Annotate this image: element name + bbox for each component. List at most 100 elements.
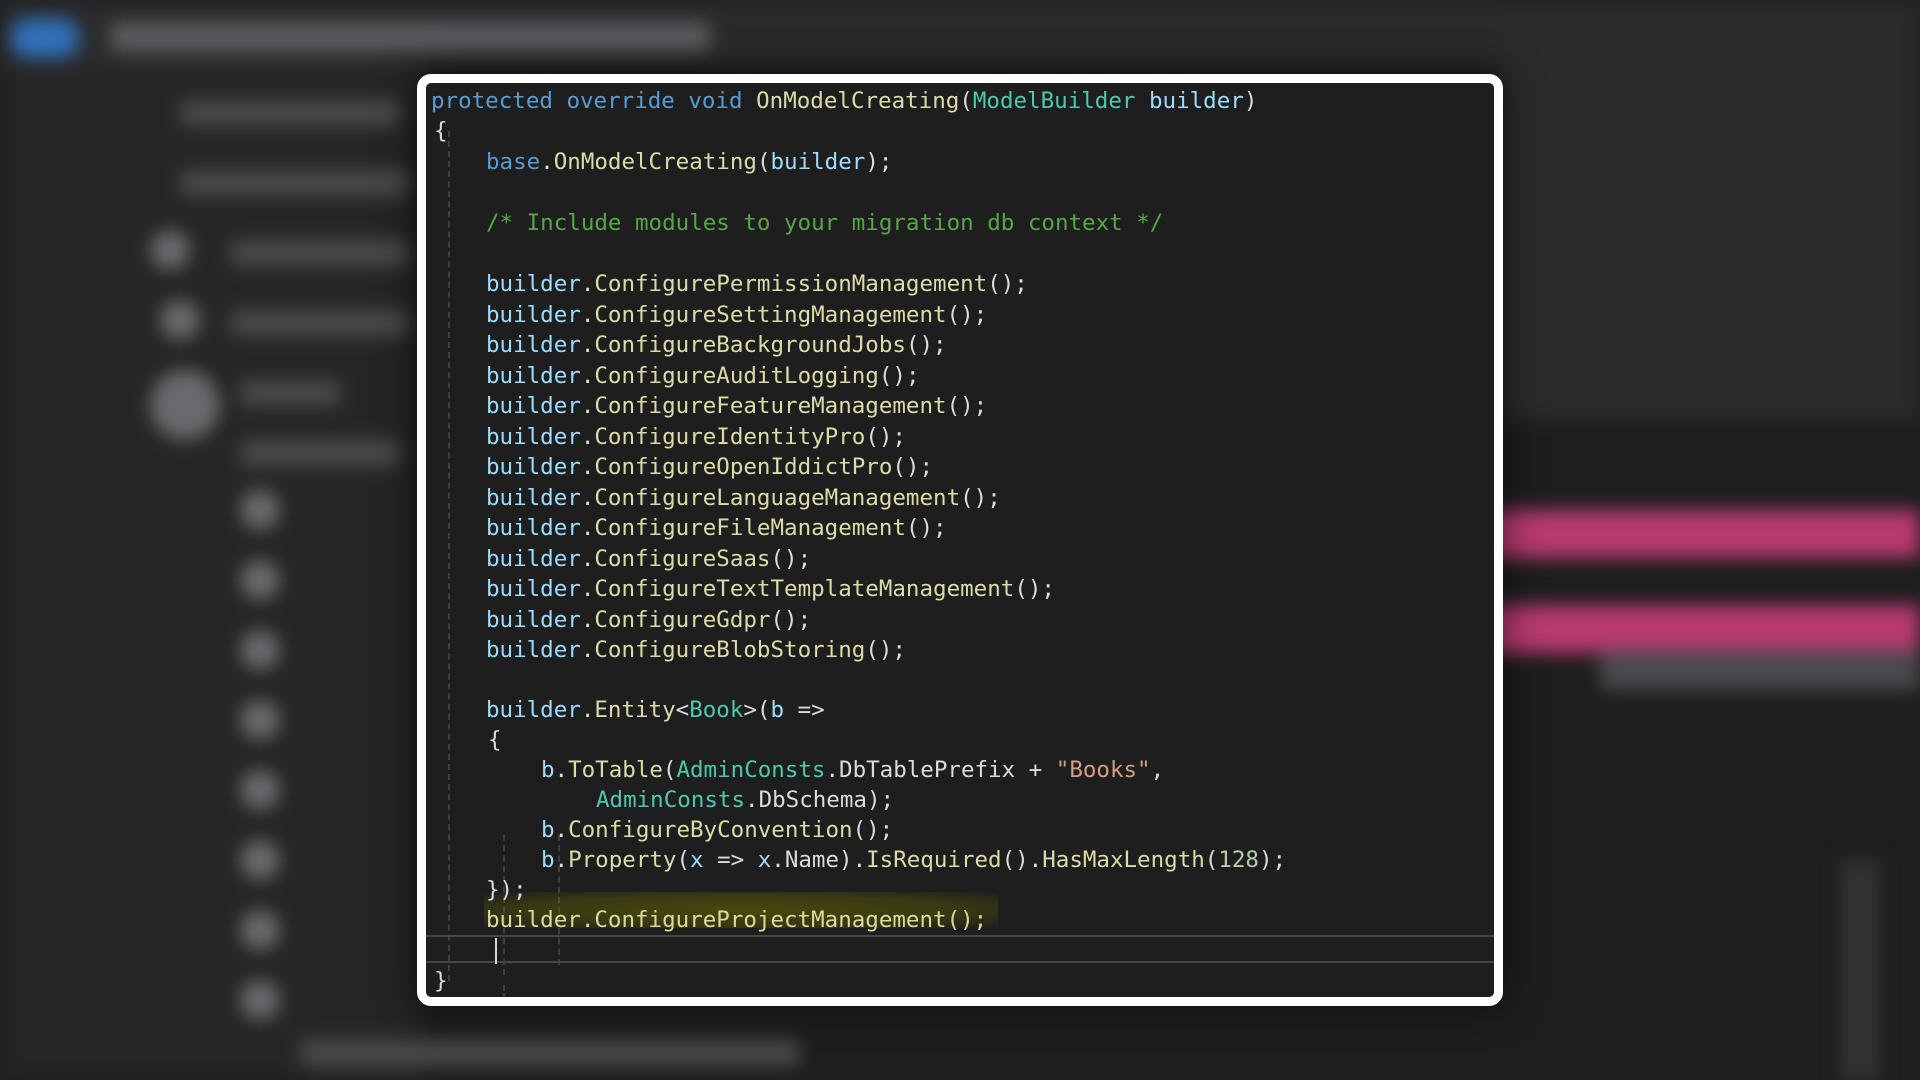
member-name: DbTablePrefix bbox=[839, 757, 1016, 783]
string-literal: "Books" bbox=[1055, 757, 1151, 783]
property-line: b.Property(x => x.Name).IsRequired().Has… bbox=[541, 847, 1287, 873]
method-name: ToTable bbox=[568, 757, 663, 783]
method-name: ConfigureGdpr bbox=[594, 606, 771, 633]
configure-module-line: builder.ConfigurePermissionManagement(); bbox=[486, 271, 1028, 297]
lambda-var: b bbox=[541, 847, 555, 873]
explorer-icon bbox=[240, 980, 280, 1020]
configure-module-line: builder.ConfigureTextTemplateManagement(… bbox=[486, 576, 1055, 602]
pink-highlight-bar bbox=[1480, 510, 1920, 558]
type-name: ModelBuilder bbox=[972, 88, 1136, 114]
method-name: ConfigureFileManagement bbox=[594, 515, 906, 541]
right-panel bbox=[1500, 0, 1920, 420]
explorer-row bbox=[240, 380, 340, 406]
method-name: HasMaxLength bbox=[1042, 847, 1205, 873]
configure-module-line: builder.ConfigureLanguageManagement(); bbox=[486, 484, 1001, 511]
base-call-line: base.OnModelCreating(builder); bbox=[486, 149, 893, 175]
entity-line: builder.Entity<Book>(b => bbox=[486, 697, 825, 723]
configure-module-line: builder.ConfigureSaas(); bbox=[486, 545, 812, 572]
text-cursor[interactable] bbox=[495, 938, 497, 964]
explorer-row bbox=[240, 440, 400, 466]
configure-module-line: builder.ConfigureIdentityPro(); bbox=[486, 423, 906, 450]
scrollbar bbox=[1840, 860, 1880, 1080]
receiver: builder bbox=[486, 606, 581, 633]
configure-module-line: builder.ConfigureAuditLogging(); bbox=[486, 362, 920, 389]
schema-line: AdminConsts.DbSchema); bbox=[596, 787, 895, 813]
method-name: IsRequired bbox=[866, 847, 1002, 873]
receiver: builder bbox=[486, 697, 581, 723]
receiver: builder bbox=[486, 515, 581, 541]
method-name: ConfigureTextTemplateManagement bbox=[594, 576, 1015, 602]
method-name: Entity bbox=[594, 697, 676, 723]
receiver: builder bbox=[486, 484, 581, 511]
method-name: ConfigureSaas bbox=[594, 545, 771, 572]
receiver: builder bbox=[486, 332, 581, 358]
member-name: DbSchema bbox=[758, 787, 867, 813]
explorer-row bbox=[300, 1040, 800, 1066]
member-name: Name bbox=[784, 847, 840, 873]
type-name: AdminConsts bbox=[676, 757, 826, 783]
receiver: builder bbox=[486, 393, 581, 419]
method-name: ConfigureIdentityPro bbox=[594, 423, 866, 450]
entity-open-brace: { bbox=[488, 727, 502, 753]
configure-module-line: builder.ConfigureBlobStoring(); bbox=[486, 637, 906, 663]
keyword: base bbox=[486, 149, 541, 175]
method-name: ConfigureLanguageManagement bbox=[594, 484, 961, 511]
configure-module-line: builder.ConfigureFileManagement(); bbox=[486, 515, 947, 541]
explorer-icon bbox=[150, 370, 220, 440]
receiver: builder bbox=[486, 362, 581, 389]
method-name: ConfigureBackgroundJobs bbox=[594, 332, 906, 358]
method-name: ConfigureByConvention bbox=[568, 817, 853, 843]
indent-guide bbox=[448, 131, 450, 981]
blurred-label bbox=[1600, 650, 1920, 690]
method-name: OnModelCreating bbox=[756, 88, 960, 114]
keyword: override bbox=[566, 88, 675, 114]
explorer-icon bbox=[240, 700, 280, 740]
explorer-icon bbox=[150, 230, 190, 270]
lambda-var: x bbox=[757, 847, 772, 873]
lambda-var: x bbox=[690, 847, 704, 873]
method-name: ConfigureSettingManagement bbox=[594, 301, 947, 328]
explorer-icon bbox=[160, 300, 200, 340]
comment-line: /* Include modules to your migration db … bbox=[486, 210, 1164, 236]
receiver: builder bbox=[486, 545, 581, 572]
receiver: builder bbox=[486, 576, 581, 602]
lambda-var: b bbox=[541, 817, 555, 843]
argument: builder bbox=[770, 149, 866, 175]
explorer-icon bbox=[240, 560, 280, 600]
solution-explorer-panel bbox=[0, 70, 800, 1080]
configure-by-convention-line: b.ConfigureByConvention(); bbox=[541, 817, 894, 843]
receiver: builder bbox=[486, 637, 581, 663]
ide-window-title bbox=[110, 22, 710, 52]
code-snippet-card: protected override void OnModelCreating(… bbox=[417, 74, 1503, 1006]
method-name: ConfigurePermissionManagement bbox=[594, 271, 988, 297]
close-brace-line: } bbox=[434, 968, 448, 994]
receiver: builder bbox=[486, 454, 581, 480]
explorer-row bbox=[230, 240, 410, 266]
to-table-line: b.ToTable(AdminConsts.DbTablePrefix + "B… bbox=[541, 757, 1165, 783]
explorer-row bbox=[180, 100, 400, 126]
configure-module-line: builder.ConfigureSettingManagement(); bbox=[486, 301, 988, 328]
receiver: builder bbox=[486, 301, 581, 328]
method-name: ConfigureOpenIddictPro bbox=[594, 454, 893, 480]
highlighted-call-line: builder.ConfigureProjectManagement(); bbox=[486, 907, 988, 933]
configure-module-line: builder.ConfigureOpenIddictPro(); bbox=[486, 454, 934, 480]
receiver: builder bbox=[486, 271, 581, 297]
configure-module-line: builder.ConfigureGdpr(); bbox=[486, 606, 812, 633]
method-signature-line: protected override void OnModelCreating(… bbox=[431, 88, 1258, 114]
entity-close-line: }); bbox=[486, 877, 527, 903]
receiver: builder bbox=[486, 423, 581, 450]
parameter-name: builder bbox=[1148, 88, 1244, 114]
keyword: protected bbox=[431, 88, 553, 114]
type-name: AdminConsts bbox=[596, 787, 746, 813]
explorer-icon bbox=[240, 490, 280, 530]
ide-logo-icon bbox=[10, 18, 80, 58]
keyword: void bbox=[688, 88, 743, 114]
method-name: ConfigureAuditLogging bbox=[594, 362, 879, 389]
number-literal: 128 bbox=[1218, 847, 1259, 873]
lambda-var: b bbox=[770, 697, 785, 723]
explorer-icon bbox=[240, 910, 280, 950]
configure-module-line: builder.ConfigureBackgroundJobs(); bbox=[486, 332, 947, 358]
method-name: ConfigureBlobStoring bbox=[594, 637, 866, 663]
configure-module-line: builder.ConfigureFeatureManagement(); bbox=[486, 393, 988, 419]
explorer-icon bbox=[240, 770, 280, 810]
